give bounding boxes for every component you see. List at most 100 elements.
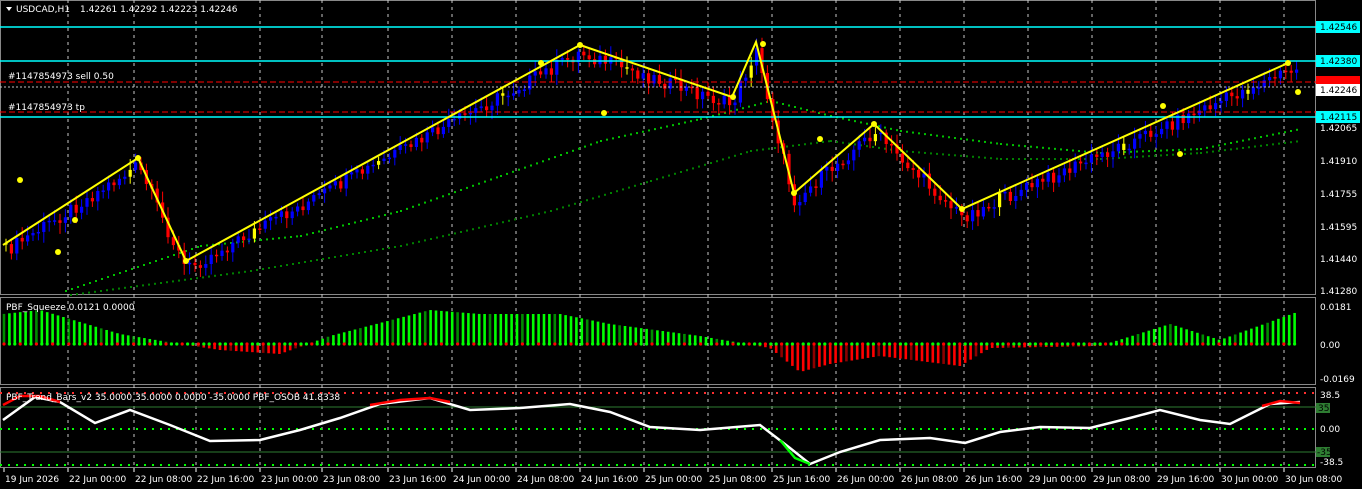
squeeze-dot <box>715 342 719 346</box>
ma-dot <box>1266 144 1268 147</box>
squeeze-dot <box>996 342 1000 346</box>
ma-dot <box>226 273 228 276</box>
candle-body <box>814 186 818 188</box>
squeeze-dot <box>628 342 633 346</box>
squeeze-dot <box>898 342 903 346</box>
candle-body <box>1073 161 1077 173</box>
ma-dot <box>1196 148 1198 151</box>
candle-body <box>198 265 202 268</box>
candle-body <box>555 59 559 75</box>
ma-dot <box>1200 152 1202 154</box>
ma-dot <box>984 140 986 143</box>
candle-body <box>738 80 742 103</box>
squeeze-dot <box>699 342 703 346</box>
candle-body <box>479 106 483 109</box>
ma-dot <box>536 162 538 165</box>
squeeze-dot <box>191 342 195 346</box>
candle-body <box>744 77 748 81</box>
ma-dot <box>149 262 151 264</box>
squeeze-bar <box>591 320 594 344</box>
candle-body <box>512 93 516 96</box>
squeeze-dot <box>29 342 33 346</box>
candle-body <box>1268 77 1272 81</box>
ma-dot <box>966 155 968 158</box>
candle-body <box>1068 168 1072 173</box>
candle-body <box>517 89 521 94</box>
ma-dot <box>754 104 756 107</box>
ma-dot <box>500 175 502 177</box>
ma-dot <box>792 144 794 147</box>
price-tag-text: 1.42546 <box>1320 23 1357 33</box>
candle-body <box>1138 134 1142 139</box>
ma-dot <box>71 288 73 290</box>
squeeze-dot <box>429 342 433 346</box>
ma-dot <box>884 126 886 129</box>
squeeze-dot <box>488 342 492 346</box>
squeeze-bar <box>828 344 832 364</box>
squeeze-dot <box>245 342 249 346</box>
ma-dot <box>742 107 744 110</box>
ma-dot <box>1006 158 1008 160</box>
price-axis: 1.42065 1.41910 1.41755 1.41595 1.41440 … <box>1316 21 1360 297</box>
squeeze-dot <box>358 342 362 346</box>
ma-dot <box>1054 158 1056 160</box>
squeeze-dot <box>1017 342 1021 346</box>
slow-moving-average <box>70 140 1298 296</box>
ma-dot <box>972 139 974 142</box>
squeeze-dot <box>758 342 762 346</box>
squeeze-dot <box>396 342 400 346</box>
ma-dot <box>306 233 308 236</box>
ma-dot <box>1160 149 1162 152</box>
ma-dot <box>700 118 702 120</box>
ma-dot <box>584 145 586 148</box>
ma-dot <box>1036 158 1038 160</box>
squeeze-dot <box>72 342 76 346</box>
squeeze-dot <box>963 342 967 346</box>
squeeze-dot <box>763 342 768 346</box>
squeeze-bar <box>899 344 902 359</box>
chart-menu-triangle-icon[interactable] <box>6 7 12 11</box>
candle-body <box>890 144 894 146</box>
squeeze-dot <box>812 342 816 346</box>
candle-body <box>1295 69 1299 73</box>
ma-dot <box>990 157 992 160</box>
price-tick: 1.41755 <box>1320 190 1357 200</box>
candle-body <box>981 206 985 217</box>
candle-body <box>425 132 429 143</box>
ma-dot <box>224 242 226 245</box>
squeeze-bar <box>369 325 373 344</box>
squeeze-dot <box>148 342 152 346</box>
ma-dot <box>1212 150 1214 153</box>
ma-dot <box>1190 152 1192 155</box>
squeeze-dot <box>1222 342 1226 346</box>
ma-dot <box>436 197 438 200</box>
ma-dot <box>298 262 300 264</box>
squeeze-dot <box>569 342 573 346</box>
ma-dot <box>656 178 658 181</box>
ma-dot <box>1124 156 1126 159</box>
ma-dot <box>250 270 252 272</box>
ma-dot <box>900 130 902 132</box>
trading-chart[interactable]: USDCAD,H1 1.42261 1.42292 1.42223 1.4224… <box>0 0 1362 489</box>
squeeze-dot <box>56 342 60 346</box>
squeeze-dot <box>1158 342 1162 346</box>
squeeze-dot <box>866 342 870 346</box>
candle-body <box>1030 182 1034 188</box>
candle-body <box>20 237 24 242</box>
ma-dot <box>848 118 850 121</box>
ma-dot <box>590 143 592 146</box>
ma-dot <box>400 210 402 212</box>
ma-dot <box>1066 148 1068 151</box>
osob-tick: 0.00 <box>1320 425 1340 435</box>
ma-dot <box>854 120 856 123</box>
candle-body <box>944 200 948 202</box>
squeeze-dot <box>1141 342 1145 346</box>
candle-body <box>355 169 359 173</box>
squeeze-dot <box>256 342 260 346</box>
squeeze-dot <box>979 342 984 346</box>
squeeze-dot <box>2 342 6 346</box>
candle-body <box>339 181 343 189</box>
squeeze-dot <box>294 342 298 346</box>
ma-dot <box>155 260 157 262</box>
squeeze-dot <box>380 342 384 346</box>
